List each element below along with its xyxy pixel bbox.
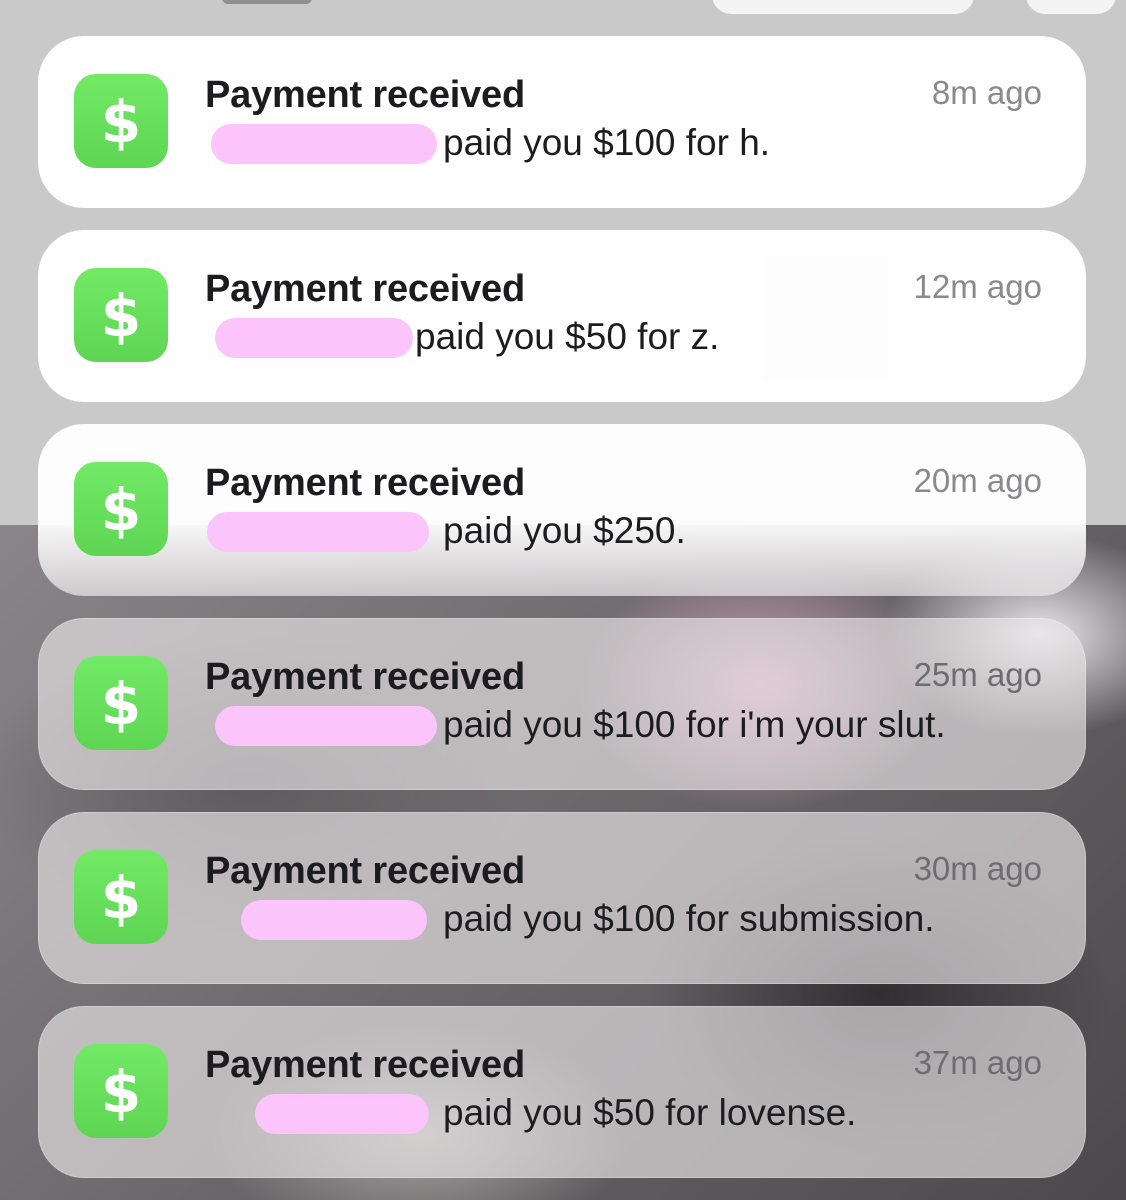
- sender-redaction: [241, 900, 427, 940]
- notification-time: 37m ago: [913, 1044, 1042, 1081]
- notification-body: paid you $50 for z.: [205, 316, 1045, 360]
- sender-redaction: [215, 318, 413, 358]
- sender-redaction: [207, 512, 429, 552]
- cash-app-dollar-icon: $: [74, 656, 168, 750]
- notification-title: Payment received: [205, 74, 525, 116]
- notification-time: 12m ago: [913, 268, 1042, 305]
- notification-time: 8m ago: [931, 74, 1042, 111]
- notification-card[interactable]: $ Payment received 12m ago paid you $50 …: [38, 230, 1086, 402]
- notification-card[interactable]: $ Payment received 20m ago paid you $250…: [38, 424, 1086, 596]
- notification-message: paid you $100 for i'm your slut.: [443, 704, 946, 745]
- notification-message: paid you $250.: [443, 510, 686, 551]
- notification-title: Payment received: [205, 1044, 525, 1086]
- cash-app-dollar-icon: $: [74, 74, 168, 168]
- notification-body: paid you $100 for submission.: [205, 898, 1045, 942]
- top-control-pill[interactable]: [712, 0, 974, 14]
- truncated-header-text: [222, 0, 312, 4]
- top-control-button[interactable]: [1026, 0, 1116, 14]
- notification-title: Payment received: [205, 268, 525, 310]
- notification-body: paid you $250.: [205, 510, 1045, 554]
- notification-body: paid you $100 for i'm your slut.: [205, 704, 1045, 748]
- notification-body: paid you $100 for h.: [205, 122, 1045, 166]
- notification-message: paid you $100 for h.: [443, 122, 771, 163]
- cash-app-dollar-icon: $: [74, 268, 168, 362]
- notification-time: 20m ago: [913, 462, 1042, 499]
- notification-card[interactable]: $ Payment received 30m ago paid you $100…: [38, 812, 1086, 984]
- notification-time: 30m ago: [913, 850, 1042, 887]
- notification-title: Payment received: [205, 656, 525, 698]
- cash-app-dollar-icon: $: [74, 850, 168, 944]
- notification-title: Payment received: [205, 850, 525, 892]
- notification-time: 25m ago: [913, 656, 1042, 693]
- cash-app-dollar-icon: $: [74, 1044, 168, 1138]
- notification-title: Payment received: [205, 462, 525, 504]
- notification-card[interactable]: $ Payment received 25m ago paid you $100…: [38, 618, 1086, 790]
- notification-card[interactable]: $ Payment received 8m ago paid you $100 …: [38, 36, 1086, 208]
- notification-message: paid you $100 for submission.: [443, 898, 935, 939]
- cash-app-dollar-icon: $: [74, 462, 168, 556]
- notification-body: paid you $50 for lovense.: [205, 1092, 1045, 1136]
- notification-card[interactable]: $ Payment received 37m ago paid you $50 …: [38, 1006, 1086, 1178]
- sender-redaction: [211, 124, 437, 164]
- notification-message: paid you $50 for lovense.: [443, 1092, 857, 1133]
- notification-message: paid you $50 for z.: [415, 316, 720, 357]
- sender-redaction: [215, 706, 437, 746]
- sender-redaction: [255, 1094, 429, 1134]
